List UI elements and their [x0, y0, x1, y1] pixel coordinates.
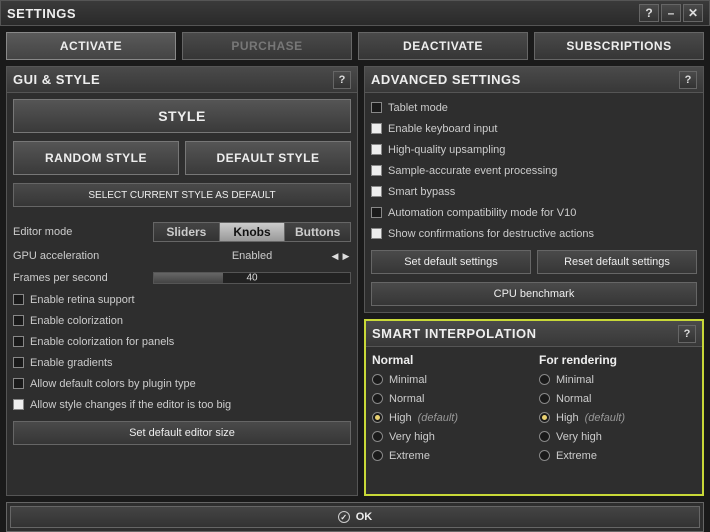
check-default-colors[interactable]: Allow default colors by plugin type [13, 375, 351, 392]
check-style-changes[interactable]: Allow style changes if the editor is too… [13, 396, 351, 413]
chevron-right-icon[interactable]: ▶ [341, 251, 351, 261]
checkbox-icon [371, 207, 382, 218]
editor-mode-sliders[interactable]: Sliders [154, 223, 220, 241]
interp-normal-very-high[interactable]: Very high [372, 428, 529, 445]
editor-mode-label: Editor mode [13, 226, 153, 238]
checkbox-icon [371, 123, 382, 134]
radio-icon [372, 412, 383, 423]
radio-icon [372, 450, 383, 461]
radio-icon [372, 374, 383, 385]
fps-value: 40 [246, 273, 257, 284]
interp-normal-minimal[interactable]: Minimal [372, 371, 529, 388]
interp-rendering-normal[interactable]: Normal [539, 390, 696, 407]
radio-icon [539, 412, 550, 423]
check-gradients[interactable]: Enable gradients [13, 354, 351, 371]
panel-title-advanced: ADVANCED SETTINGS [371, 72, 521, 87]
interp-rendering-minimal[interactable]: Minimal [539, 371, 696, 388]
interp-normal-title: Normal [372, 353, 529, 367]
interp-rendering-extreme[interactable]: Extreme [539, 447, 696, 464]
check-icon: ✓ [338, 511, 350, 523]
check-sample-accurate[interactable]: Sample-accurate event processing [371, 162, 697, 179]
panel-title-gui-style: GUI & STYLE [13, 72, 100, 87]
panel-smart-interpolation: SMART INTERPOLATION ? Normal Minimal Nor… [364, 319, 704, 496]
gpu-accel-label: GPU acceleration [13, 250, 153, 262]
interp-normal-normal[interactable]: Normal [372, 390, 529, 407]
reset-default-settings-button[interactable]: Reset default settings [537, 250, 697, 274]
check-automation-compat[interactable]: Automation compatibility mode for V10 [371, 204, 697, 221]
select-current-style-button[interactable]: SELECT CURRENT STYLE AS DEFAULT [13, 183, 351, 207]
tab-purchase[interactable]: PURCHASE [182, 32, 352, 60]
check-upsampling[interactable]: High-quality upsampling [371, 141, 697, 158]
interp-normal-group: Normal Minimal Normal High (default) Ver… [372, 353, 529, 464]
help-icon[interactable]: ? [679, 71, 697, 89]
editor-mode-knobs[interactable]: Knobs [220, 223, 286, 241]
check-smart-bypass[interactable]: Smart bypass [371, 183, 697, 200]
interp-normal-extreme[interactable]: Extreme [372, 447, 529, 464]
checkbox-icon [371, 186, 382, 197]
check-confirmations[interactable]: Show confirmations for destructive actio… [371, 225, 697, 242]
help-icon[interactable]: ? [678, 325, 696, 343]
cpu-benchmark-button[interactable]: CPU benchmark [371, 282, 697, 306]
default-style-button[interactable]: DEFAULT STYLE [185, 141, 351, 175]
interp-rendering-high[interactable]: High (default) [539, 409, 696, 426]
random-style-button[interactable]: RANDOM STYLE [13, 141, 179, 175]
interp-rendering-title: For rendering [539, 353, 696, 367]
check-keyboard[interactable]: Enable keyboard input [371, 120, 697, 137]
checkbox-icon [13, 336, 24, 347]
fps-slider[interactable]: 40 [153, 272, 351, 284]
interp-rendering-group: For rendering Minimal Normal High (defau… [539, 353, 696, 464]
check-colorization[interactable]: Enable colorization [13, 312, 351, 329]
close-icon[interactable]: ✕ [683, 4, 703, 22]
chevron-left-icon[interactable]: ◀ [330, 251, 340, 261]
checkbox-icon [13, 399, 24, 410]
radio-icon [372, 393, 383, 404]
tabs-row: ACTIVATE PURCHASE DEACTIVATE SUBSCRIPTIO… [0, 26, 710, 66]
checkbox-icon [371, 228, 382, 239]
radio-icon [372, 431, 383, 442]
check-colorization-panels[interactable]: Enable colorization for panels [13, 333, 351, 350]
editor-mode-segmented: Sliders Knobs Buttons [153, 222, 351, 242]
checkbox-icon [371, 165, 382, 176]
gpu-accel-value-area[interactable]: Enabled ◀ ▶ [153, 250, 351, 262]
set-default-settings-button[interactable]: Set default settings [371, 250, 531, 274]
set-default-editor-size-button[interactable]: Set default editor size [13, 421, 351, 445]
checkbox-icon [13, 294, 24, 305]
tab-deactivate[interactable]: DEACTIVATE [358, 32, 528, 60]
ok-bar: ✓ OK [6, 502, 704, 532]
check-retina[interactable]: Enable retina support [13, 291, 351, 308]
tab-activate[interactable]: ACTIVATE [6, 32, 176, 60]
help-icon[interactable]: ? [639, 4, 659, 22]
panel-title-smart-interpolation: SMART INTERPOLATION [372, 326, 537, 341]
checkbox-icon [371, 144, 382, 155]
radio-icon [539, 431, 550, 442]
check-tablet[interactable]: Tablet mode [371, 99, 697, 116]
ok-label: OK [356, 511, 373, 523]
minimize-icon[interactable]: – [661, 4, 681, 22]
interp-rendering-very-high[interactable]: Very high [539, 428, 696, 445]
fps-label: Frames per second [13, 272, 153, 284]
checkbox-icon [13, 357, 24, 368]
help-icon[interactable]: ? [333, 71, 351, 89]
interp-normal-high[interactable]: High (default) [372, 409, 529, 426]
gpu-accel-value: Enabled [232, 250, 272, 262]
panel-advanced: ADVANCED SETTINGS ? Tablet mode Enable k… [364, 66, 704, 313]
checkbox-icon [371, 102, 382, 113]
editor-mode-buttons[interactable]: Buttons [285, 223, 350, 241]
checkbox-icon [13, 315, 24, 326]
panel-gui-style: GUI & STYLE ? STYLE RANDOM STYLE DEFAULT… [6, 66, 358, 496]
radio-icon [539, 393, 550, 404]
titlebar: SETTINGS ? – ✕ [0, 0, 710, 26]
ok-button[interactable]: ✓ OK [10, 506, 700, 528]
tab-subscriptions[interactable]: SUBSCRIPTIONS [534, 32, 704, 60]
style-button[interactable]: STYLE [13, 99, 351, 133]
radio-icon [539, 374, 550, 385]
checkbox-icon [13, 378, 24, 389]
radio-icon [539, 450, 550, 461]
window-title: SETTINGS [7, 6, 76, 21]
